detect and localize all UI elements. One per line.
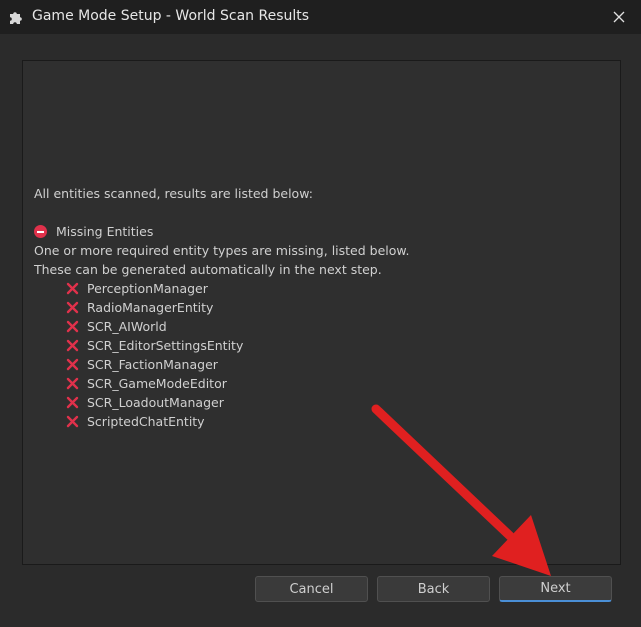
entity-name: RadioManagerEntity [87,300,214,315]
red-x-icon [66,320,79,333]
puzzle-piece-icon [10,12,22,24]
close-icon [613,11,625,23]
list-item: RadioManagerEntity [34,298,409,317]
description-line-1: One or more required entity types are mi… [34,243,410,258]
red-x-icon [66,415,79,428]
description-line-2: These can be generated automatically in … [34,262,382,277]
entity-name: SCR_AIWorld [87,319,167,334]
list-item: SCR_EditorSettingsEntity [34,336,409,355]
cancel-button[interactable]: Cancel [255,576,368,602]
results-panel: All entities scanned, results are listed… [22,60,621,565]
close-button[interactable] [601,2,637,32]
list-item: SCR_AIWorld [34,317,409,336]
no-entry-icon [34,225,47,238]
entity-name: SCR_LoadoutManager [87,395,224,410]
red-x-icon [66,282,79,295]
red-x-icon [66,358,79,371]
red-x-icon [66,301,79,314]
missing-entities-header: Missing Entities [34,222,409,241]
list-item: SCR_GameModeEditor [34,374,409,393]
entity-name: PerceptionManager [87,281,208,296]
list-item: ScriptedChatEntity [34,412,409,431]
entity-name: SCR_EditorSettingsEntity [87,338,244,353]
red-x-icon [66,377,79,390]
back-button[interactable]: Back [377,576,490,602]
red-x-icon [66,339,79,352]
missing-entities-title: Missing Entities [56,224,154,239]
list-item: PerceptionManager [34,279,409,298]
setup-dialog: Game Mode Setup - World Scan Results All… [0,0,641,627]
window-title: Game Mode Setup - World Scan Results [32,8,310,24]
entity-name: ScriptedChatEntity [87,414,205,429]
red-x-icon [66,396,79,409]
list-item: SCR_LoadoutManager [34,393,409,412]
list-item: SCR_FactionManager [34,355,409,374]
title-bar: Game Mode Setup - World Scan Results [0,0,641,34]
scan-results: All entities scanned, results are listed… [34,184,409,431]
entity-name: SCR_GameModeEditor [87,376,227,391]
intro-text: All entities scanned, results are listed… [34,186,313,201]
next-button[interactable]: Next [499,576,612,602]
missing-entity-list: PerceptionManager RadioManagerEntity SCR… [34,279,409,431]
entity-name: SCR_FactionManager [87,357,218,372]
